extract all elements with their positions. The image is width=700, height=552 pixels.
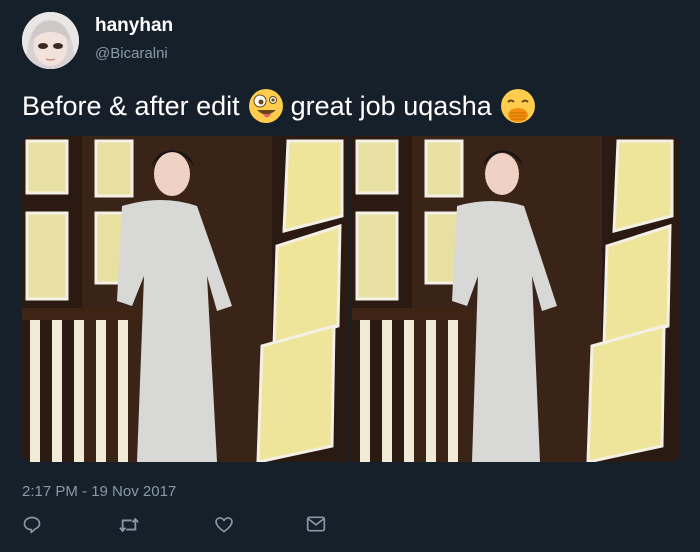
zany-face-emoji <box>248 88 284 124</box>
photo-before[interactable] <box>22 136 349 462</box>
photo-after[interactable] <box>352 136 679 462</box>
tweet-timestamp[interactable]: 2:17 PM - 19 Nov 2017 <box>22 483 176 500</box>
display-name[interactable]: hanyhan <box>95 15 173 37</box>
tweet-text: Before & after edit great job uqasha <box>22 88 543 124</box>
avatar-image <box>22 12 79 69</box>
tweet-media[interactable] <box>22 136 680 462</box>
avatar[interactable] <box>22 12 79 69</box>
dm-icon[interactable] <box>306 515 332 541</box>
user-handle[interactable]: @Bicaralni <box>95 45 168 62</box>
tweet-text-part2: great job uqasha <box>290 90 492 121</box>
reply-icon[interactable] <box>22 515 48 541</box>
face-with-hand-over-mouth-emoji <box>500 88 536 124</box>
like-icon[interactable] <box>214 515 240 541</box>
tweet-actions <box>22 515 342 545</box>
tweet-text-part1: Before & after edit <box>22 90 240 121</box>
retweet-icon[interactable] <box>118 515 144 541</box>
